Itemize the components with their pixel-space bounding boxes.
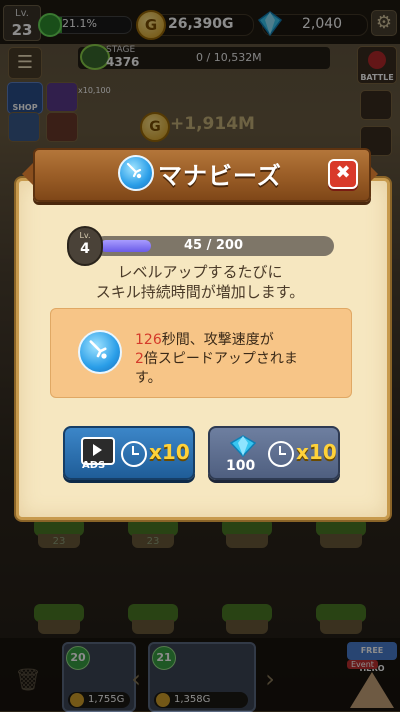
effect-seconds: 126 [135, 332, 162, 348]
effect-line-3: す。 [135, 370, 162, 386]
diamond-icon [229, 435, 257, 458]
gem-purchase-button[interactable]: 100 x10 [208, 426, 340, 480]
timer-icon [268, 441, 294, 467]
skill-description: レベルアップするたびに スキル持続時間が増加します。 [40, 262, 360, 302]
skill-level-progress-text: 45 / 200 [184, 238, 244, 253]
effect-multiplier: 2 [135, 351, 144, 367]
gem-cost: 100 [226, 458, 256, 474]
effect-text: 秒間、攻撃速度が [161, 332, 274, 348]
ads-multiplier: x10 [149, 440, 190, 464]
watch-ad-button[interactable]: ADS x10 [63, 426, 195, 480]
skill-level-label: Lv. [79, 231, 91, 240]
gem-multiplier: x10 [296, 440, 337, 464]
skill-level-badge: Lv. 4 [67, 226, 103, 266]
ads-label: ADS [82, 460, 106, 471]
dialog-title: マナビーズ [158, 162, 282, 190]
skill-level-value: 4 [80, 241, 90, 257]
timer-icon [121, 441, 147, 467]
mana-beads-icon [118, 155, 154, 191]
effect-line-2: 2倍スピードアップされま [135, 348, 298, 368]
mana-beads-icon [78, 330, 122, 374]
description-line: スキル持続時間が増加します。 [95, 283, 305, 301]
effect-line-1: 126秒間、攻撃速度が [135, 329, 274, 349]
close-icon[interactable]: ✖ [328, 159, 358, 189]
description-line: レベルアップするたびに [117, 263, 283, 281]
effect-text: 倍スピードアップされま [143, 351, 298, 367]
skill-level-progress-fill [100, 240, 151, 252]
